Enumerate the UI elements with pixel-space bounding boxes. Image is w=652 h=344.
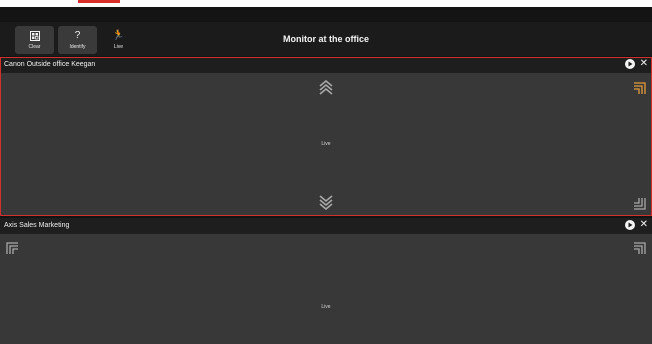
zoom-left-corner-icon[interactable] (6, 241, 18, 259)
close-icon[interactable]: ✕ (640, 59, 648, 69)
close-icon[interactable]: ✕ (640, 220, 648, 230)
play-icon[interactable] (624, 220, 635, 230)
identify-label: Identify (69, 43, 86, 50)
camera-panel[interactable]: Axis Sales Marketing ✕ Live (0, 218, 652, 344)
play-icon[interactable] (624, 59, 635, 69)
pan-down-chevrons-icon[interactable] (319, 195, 333, 215)
top-strip (0, 0, 652, 7)
active-tab-indicator (78, 0, 120, 3)
panel-header: Canon Outside office Keegan ✕ (0, 57, 652, 73)
pan-up-chevrons-icon[interactable] (319, 79, 333, 100)
live-status: Live (321, 141, 331, 147)
zoom-in-corner-icon[interactable] (634, 81, 646, 99)
toolbar: Clear ? Identify 🏃 Live Monitor at the o… (0, 22, 652, 56)
camera-panel[interactable]: Canon Outside office Keegan ✕ Live (0, 57, 652, 216)
live-status: Live (321, 304, 331, 310)
zoom-out-corner-icon[interactable] (634, 197, 646, 215)
camera-name: Canon Outside office Keegan (4, 61, 96, 68)
camera-name: Axis Sales Marketing (4, 222, 70, 229)
live-label: Live (113, 43, 124, 50)
video-area[interactable]: Live (0, 73, 652, 216)
zoom-right-corner-icon[interactable] (634, 241, 646, 259)
panel-header: Axis Sales Marketing ✕ (0, 218, 652, 234)
page-title: Monitor at the office (283, 34, 369, 44)
video-area[interactable]: Live (0, 234, 652, 344)
clear-label: Clear (28, 43, 41, 50)
